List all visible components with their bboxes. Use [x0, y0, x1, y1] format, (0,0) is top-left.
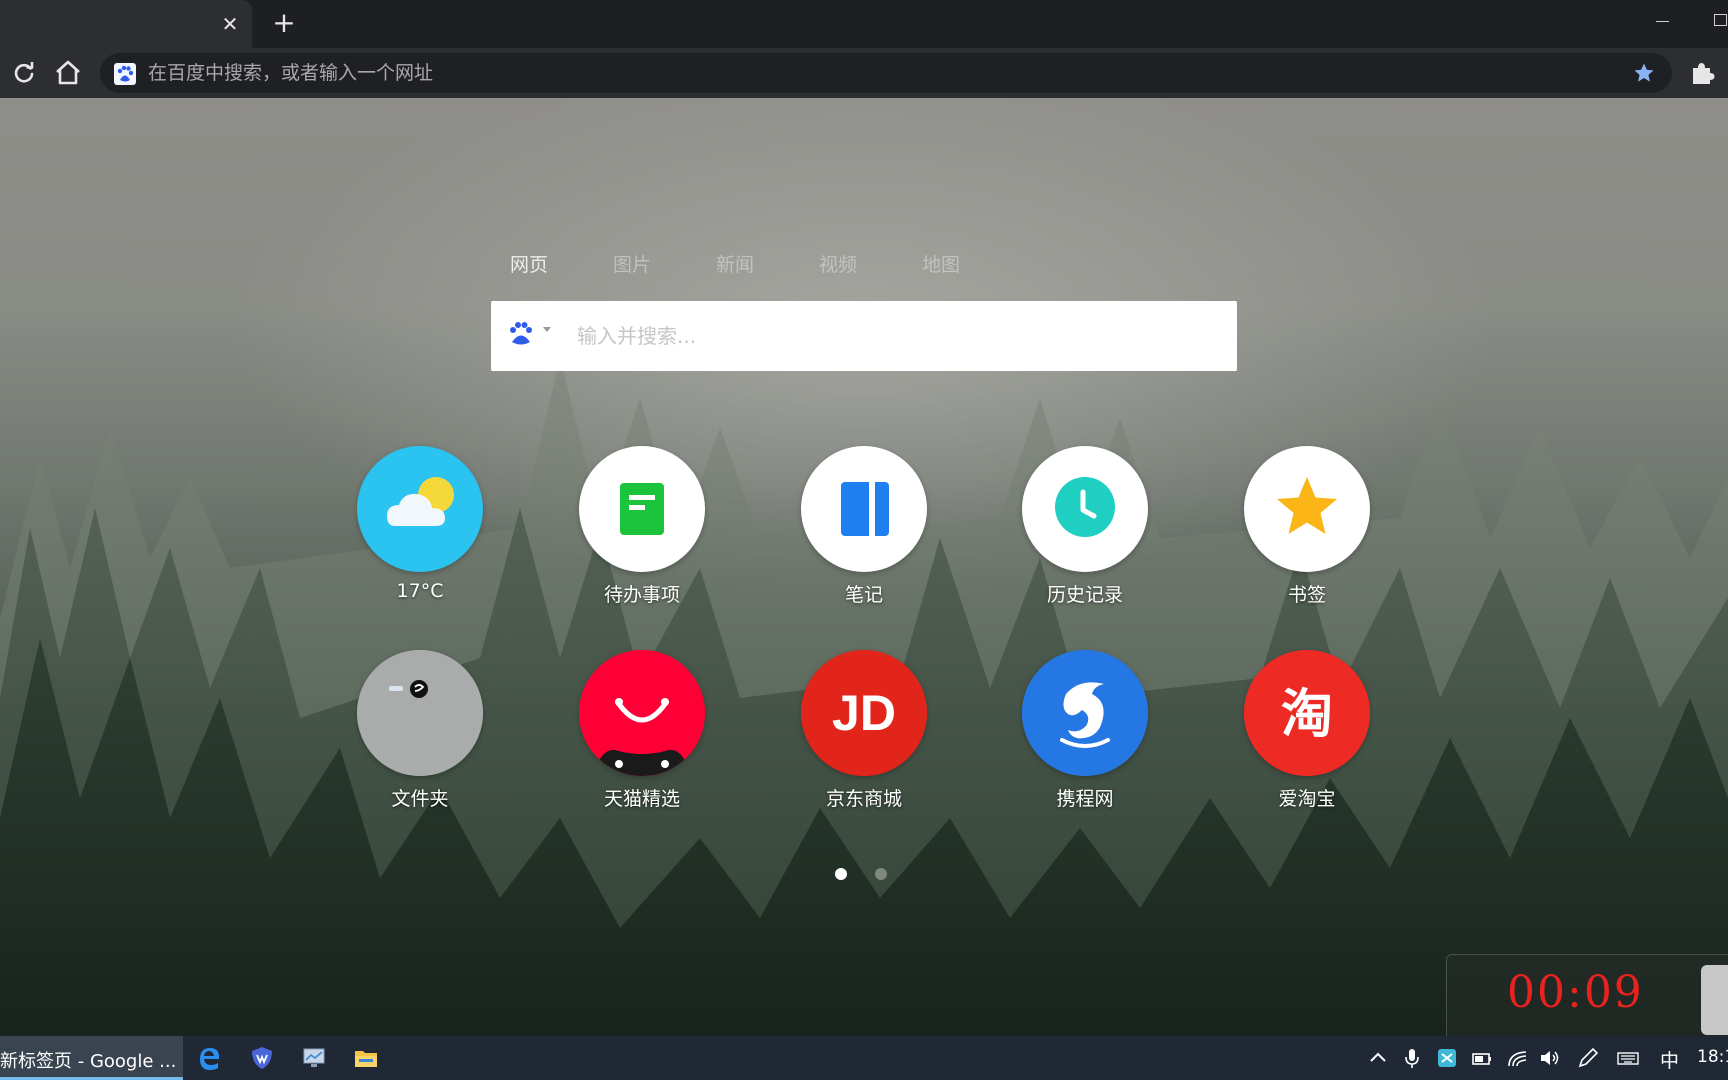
reload-icon: [14, 62, 34, 83]
timer-display: 00:09: [1507, 967, 1644, 1018]
edge-icon[interactable]: [196, 1044, 224, 1072]
tab-news[interactable]: 新闻: [716, 250, 776, 277]
puzzle-icon: [1693, 63, 1715, 84]
notes-icon: [841, 482, 889, 536]
extensions-button[interactable]: [1686, 57, 1718, 89]
app-tray-icon[interactable]: [1435, 1046, 1459, 1070]
page-indicator: [835, 868, 895, 882]
new-tab-button[interactable]: +: [268, 8, 300, 40]
tile-label: 17°C: [396, 580, 444, 602]
new-tab-page: 网页 图片 新闻 视频 地图 17°C: [0, 98, 1728, 1036]
tile-label: 历史记录: [1046, 584, 1123, 606]
battery-icon[interactable]: [1470, 1046, 1494, 1070]
shortcut-bookmarks[interactable]: 书签: [1222, 446, 1392, 626]
home-button[interactable]: [52, 57, 84, 89]
folder-icon[interactable]: [352, 1044, 380, 1072]
taobao-icon: 淘: [1244, 650, 1370, 776]
tab-videos[interactable]: 视频: [819, 250, 879, 277]
title-bar: ✕ +: [0, 0, 1728, 48]
page-dot-active[interactable]: [835, 868, 847, 880]
shortcut-notes[interactable]: 笔记: [779, 446, 949, 626]
tile-label: 书签: [1287, 584, 1326, 606]
pen-icon[interactable]: [1576, 1046, 1600, 1070]
shortcut-tmall[interactable]: 天猫精选: [557, 650, 727, 830]
tile-label: 笔记: [844, 584, 883, 606]
address-bar[interactable]: [100, 53, 1672, 93]
maximize-button[interactable]: [1710, 10, 1728, 30]
search-input[interactable]: [577, 301, 1217, 371]
shortcut-ctrip[interactable]: 携程网: [1000, 650, 1170, 830]
shortcut-weather[interactable]: 17°C: [335, 446, 505, 626]
baidu-paw-icon[interactable]: [507, 319, 535, 351]
todo-icon: [620, 483, 664, 535]
taskbar-chrome-window[interactable]: 新标签页 - Google ...: [0, 1036, 183, 1080]
taobao-glyph: 淘: [1281, 685, 1333, 745]
shortcut-todo[interactable]: 待办事项: [557, 446, 727, 626]
bookmark-star-icon: [1277, 477, 1337, 534]
shortcut-folder[interactable]: 文件夹: [335, 650, 505, 830]
tile-label: 携程网: [1056, 788, 1114, 810]
history-clock-icon: [1055, 477, 1115, 537]
browser-tab[interactable]: ✕: [0, 0, 252, 48]
chevron-up-icon[interactable]: [1366, 1046, 1390, 1070]
tile-label: 爱淘宝: [1278, 788, 1336, 810]
keyboard-icon[interactable]: [1616, 1046, 1640, 1070]
weather-icon: [387, 477, 454, 526]
taskbar-window-label: 新标签页 - Google ...: [0, 1051, 177, 1072]
bookmark-star-icon[interactable]: [1632, 61, 1656, 85]
tab-web[interactable]: 网页: [510, 250, 570, 277]
jd-glyph: JD: [832, 685, 896, 741]
ctrip-dolphin-icon: [1022, 650, 1148, 776]
folder-icon: [357, 650, 483, 776]
tab-maps[interactable]: 地图: [922, 250, 982, 277]
tab-close-button[interactable]: ✕: [216, 10, 244, 38]
page-dot[interactable]: [875, 868, 887, 880]
wifi-icon[interactable]: [1506, 1046, 1530, 1070]
jd-icon: JD: [801, 650, 927, 776]
volume-icon[interactable]: [1538, 1046, 1562, 1070]
timer-widget: 00:09: [1446, 954, 1728, 1036]
chevron-down-icon[interactable]: [543, 327, 551, 332]
reload-button[interactable]: [8, 57, 40, 89]
tab-images[interactable]: 图片: [613, 250, 673, 277]
home-icon: [56, 60, 80, 85]
microphone-icon[interactable]: [1400, 1046, 1424, 1070]
address-input[interactable]: [148, 53, 1608, 93]
monitor-icon[interactable]: [300, 1044, 328, 1072]
input-method-indicator[interactable]: 中: [1660, 1046, 1679, 1073]
shortcut-taobao[interactable]: 淘 爱淘宝: [1222, 650, 1392, 830]
tile-label: 天猫精选: [603, 788, 680, 810]
tile-label: 待办事项: [603, 584, 680, 606]
shortcut-jd[interactable]: JD 京东商城: [779, 650, 949, 830]
tmall-icon: [579, 650, 705, 776]
shortcut-history[interactable]: 历史记录: [1000, 446, 1170, 626]
taskbar-clock[interactable]: 18:1: [1697, 1047, 1728, 1067]
browser-toolbar: [0, 48, 1728, 98]
taskbar: 新标签页 - Google ... 中 18:: [0, 1036, 1728, 1080]
baidu-paw-icon: [114, 63, 136, 85]
search-box: [491, 301, 1237, 371]
shield-icon[interactable]: [248, 1044, 276, 1072]
minimize-button[interactable]: [1648, 8, 1676, 36]
tile-label: 京东商城: [825, 788, 902, 810]
tile-label: 文件夹: [391, 788, 449, 810]
timer-toggle-handle[interactable]: [1701, 965, 1728, 1035]
